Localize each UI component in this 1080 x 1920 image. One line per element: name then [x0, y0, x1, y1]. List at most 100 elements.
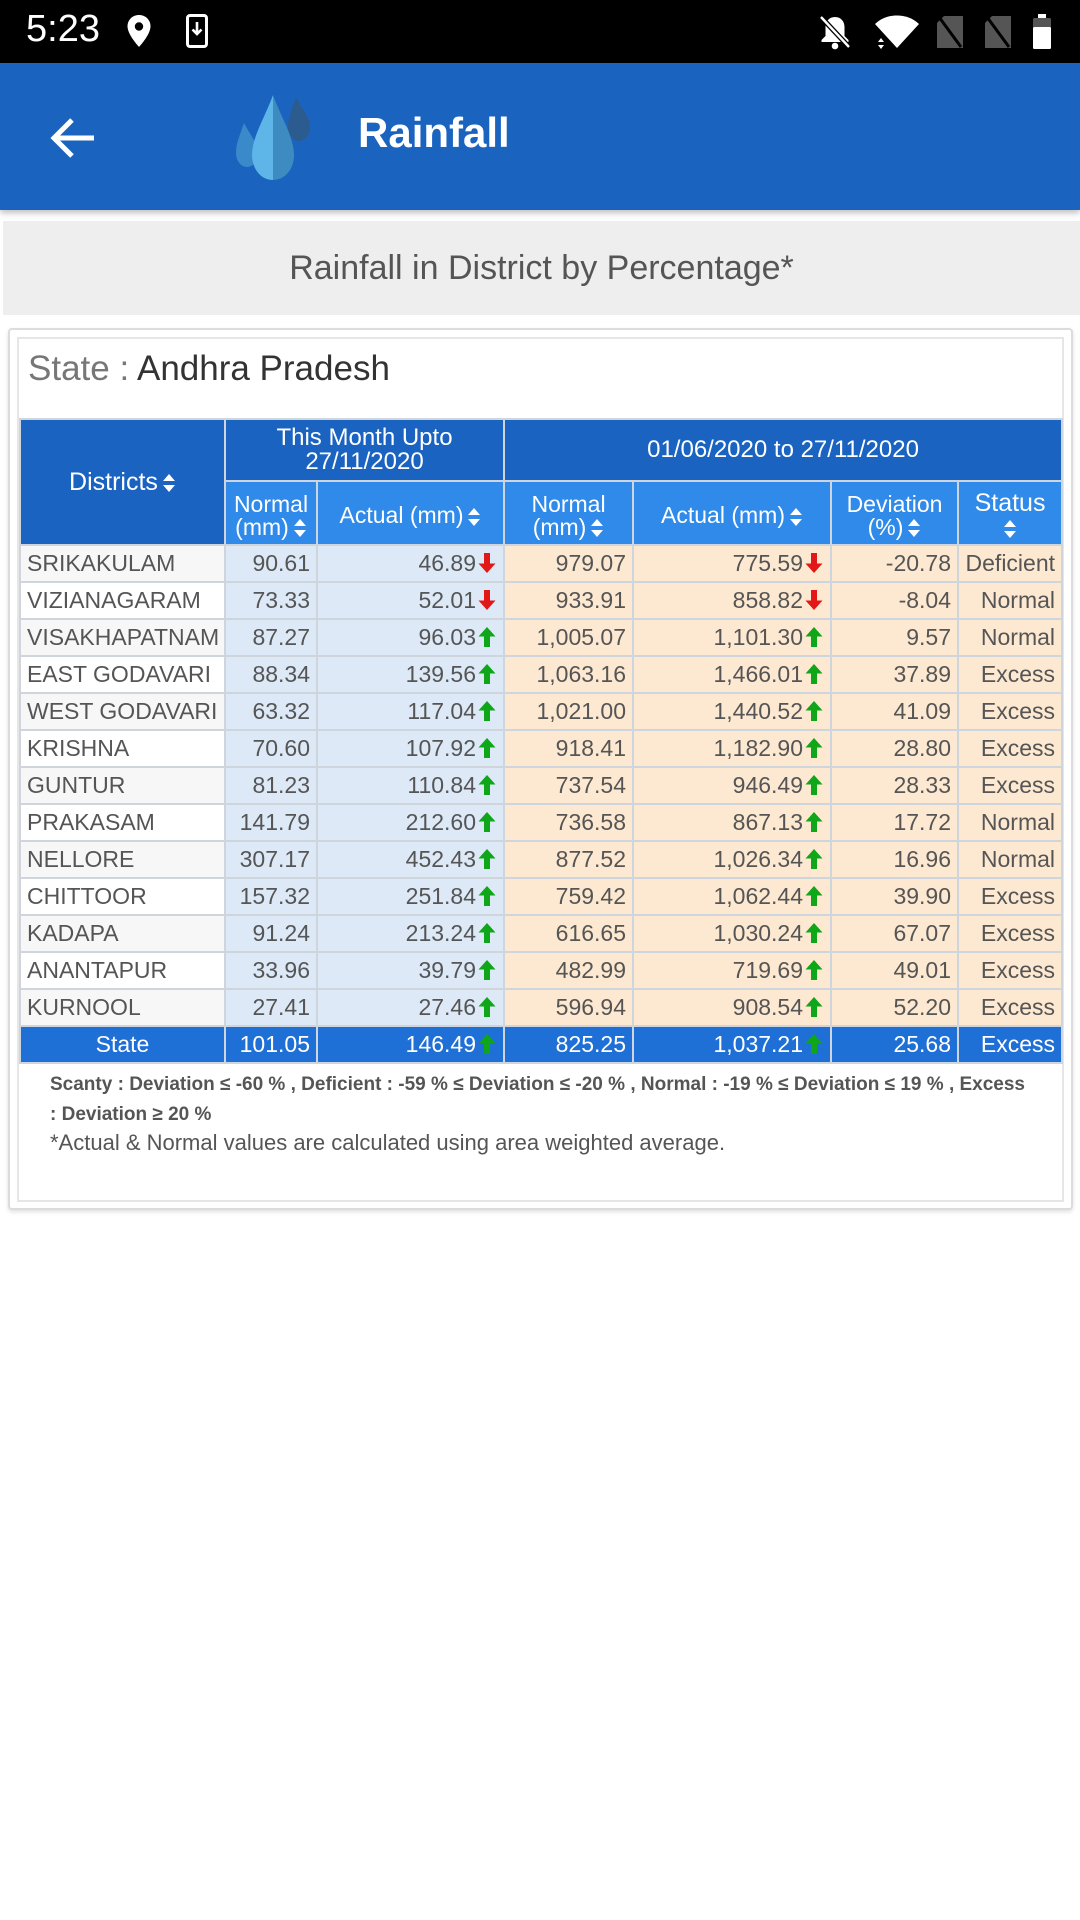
table-row: KADAPA 91.24 213.24 616.65 1,030.24 67.07 Exce…: [19, 914, 1064, 953]
arrow-up-icon: [805, 812, 823, 832]
season-actual-cell: 1,440.52: [632, 692, 833, 731]
arrow-up-icon: [805, 627, 823, 647]
table-row: ANANTAPUR 33.96 39.79 482.99 719.69 49.01 Exce…: [19, 951, 1064, 990]
app-title: Rainfall: [358, 109, 510, 156]
month-normal-header[interactable]: Normal (mm): [224, 480, 318, 546]
status-cell: Excess: [957, 914, 1064, 953]
month-normal-cell: 307.17: [224, 840, 318, 879]
month-actual-cell: 110.84: [315, 766, 506, 805]
month-actual-cell: 117.04: [315, 692, 506, 731]
table-row: GUNTUR 81.23 110.84 737.54 946.49 28.33 Excess: [19, 766, 1064, 805]
district-name: SRIKAKULAM: [19, 544, 226, 583]
status-cell: Excess: [957, 766, 1064, 805]
sort-icon: [162, 473, 175, 492]
deviation-cell: 25.68: [830, 1025, 960, 1064]
arrow-up-icon: [478, 701, 496, 721]
arrow-down-icon: [478, 590, 496, 610]
district-name: State: [19, 1025, 226, 1064]
season-actual-cell: 719.69: [632, 951, 833, 990]
arrow-up-icon: [478, 1034, 496, 1054]
month-normal-cell: 141.79: [224, 803, 318, 842]
arrow-up-icon: [805, 775, 823, 795]
arrow-up-icon: [805, 886, 823, 906]
month-actual-cell: 251.84: [315, 877, 506, 916]
sort-icon: [789, 507, 802, 526]
notifications-off-icon: [819, 15, 851, 50]
table-row: WEST GODAVARI 63.32 117.04 1,021.00 1,440.52…: [19, 692, 1064, 731]
table-row: KRISHNA 70.60 107.92 918.41 1,182.90 28.80 Exc…: [19, 729, 1064, 768]
back-button[interactable]: [36, 103, 110, 173]
season-normal-cell: 737.54: [503, 766, 635, 805]
arrow-up-icon: [805, 923, 823, 943]
month-actual-cell: 452.43: [315, 840, 506, 879]
arrow-up-icon: [805, 960, 823, 980]
month-group-header: This Month Upto 27/11/2020: [223, 418, 506, 482]
season-normal-cell: 933.91: [503, 581, 635, 620]
table-row: NELLORE 307.17 452.43 877.52 1,026.34 16.96 No…: [19, 840, 1064, 879]
status-time: 5:23: [26, 8, 100, 50]
deviation-cell: 28.33: [830, 766, 960, 805]
status-cell: Normal: [957, 803, 1064, 842]
season-normal-cell: 759.42: [503, 877, 635, 916]
deviation-cell: 17.72: [830, 803, 960, 842]
deviation-cell: 16.96: [830, 840, 960, 879]
status-header[interactable]: Status: [957, 480, 1064, 546]
deviation-cell: 39.90: [830, 877, 960, 916]
season-actual-header[interactable]: Actual (mm): [632, 480, 833, 546]
table-row: VIZIANAGARAM 73.33 52.01 933.91 858.82 -8.04 N…: [19, 581, 1064, 620]
status-legend: Scanty : Deviation ≤ -60 % , Deficient :…: [50, 1070, 1070, 1132]
season-normal-cell: 736.58: [503, 803, 635, 842]
deviation-cell: 49.01: [830, 951, 960, 990]
district-name: KRISHNA: [19, 729, 226, 768]
month-normal-cell: 27.41: [224, 988, 318, 1027]
month-actual-cell: 27.46: [315, 988, 506, 1027]
season-normal-cell: 596.94: [503, 988, 635, 1027]
arrow-up-icon: [805, 738, 823, 758]
month-actual-header[interactable]: Actual (mm): [315, 480, 506, 546]
district-name: ANANTAPUR: [19, 951, 226, 990]
sort-icon: [293, 519, 306, 538]
season-normal-cell: 1,063.16: [503, 655, 635, 694]
arrow-up-icon: [478, 960, 496, 980]
districts-header[interactable]: Districts: [19, 418, 226, 546]
state-label: State :: [28, 349, 137, 388]
district-name: KURNOOL: [19, 988, 226, 1027]
section-title: Rainfall in District by Percentage*: [289, 248, 794, 287]
arrow-up-icon: [478, 849, 496, 869]
status-cell: Excess: [957, 655, 1064, 694]
state-total-row: State 101.05 146.49 825.25 1,037.21 25.68 Exce…: [19, 1025, 1064, 1064]
arrow-up-icon: [478, 886, 496, 906]
month-actual-cell: 39.79: [315, 951, 506, 990]
arrow-up-icon: [478, 664, 496, 684]
no-sim-icon: [985, 16, 1011, 48]
season-actual-cell: 775.59: [632, 544, 833, 583]
season-normal-cell: 877.52: [503, 840, 635, 879]
season-actual-cell: 1,037.21: [632, 1025, 833, 1064]
season-normal-header[interactable]: Normal (mm): [503, 480, 635, 546]
status-cell: Normal: [957, 840, 1064, 879]
month-actual-cell: 107.92: [315, 729, 506, 768]
sort-icon: [468, 507, 481, 526]
footnote: *Actual & Normal values are calculated u…: [50, 1130, 726, 1155]
month-normal-cell: 81.23: [224, 766, 318, 805]
season-normal-cell: 616.65: [503, 914, 635, 953]
download-icon: [186, 14, 208, 48]
arrow-up-icon: [478, 997, 496, 1017]
deviation-cell: -8.04: [830, 581, 960, 620]
month-actual-cell: 46.89: [315, 544, 506, 583]
district-name: NELLORE: [19, 840, 226, 879]
rain-drops-icon: [236, 95, 310, 180]
district-name: EAST GODAVARI: [19, 655, 226, 694]
arrow-down-icon: [805, 553, 823, 573]
district-name: KADAPA: [19, 914, 226, 953]
deviation-cell: -20.78: [830, 544, 960, 583]
arrow-up-icon: [478, 775, 496, 795]
section-header: Rainfall in District by Percentage*: [3, 221, 1080, 315]
district-name: PRAKASAM: [19, 803, 226, 842]
table-row: KURNOOL 27.41 27.46 596.94 908.54 52.20 Excess: [19, 988, 1064, 1027]
arrow-up-icon: [805, 1034, 823, 1054]
month-actual-cell: 52.01: [315, 581, 506, 620]
month-normal-cell: 157.32: [224, 877, 318, 916]
deviation-header[interactable]: Deviation (%): [830, 480, 960, 546]
month-normal-cell: 88.34: [224, 655, 318, 694]
